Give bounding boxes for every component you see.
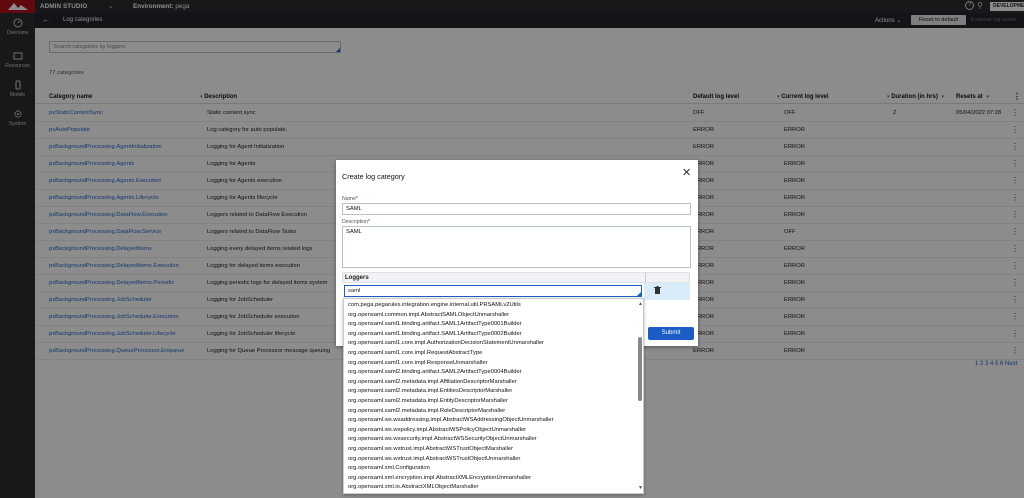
- input-corner-icon: [637, 292, 641, 296]
- dropdown-option[interactable]: org.opensaml.saml1.core.impl.RequestAbst…: [348, 350, 482, 356]
- dropdown-option[interactable]: org.opensaml.xml.io.AbstractXMLObjectMar…: [348, 484, 478, 490]
- description-field[interactable]: SAML: [342, 226, 691, 268]
- dropdown-option[interactable]: org.opensaml.saml2.metadata.impl.EntityD…: [348, 398, 508, 404]
- name-label: Name*: [342, 196, 358, 202]
- dropdown-scrollbar[interactable]: ▲ ▼: [637, 299, 643, 493]
- close-icon[interactable]: ✕: [682, 168, 691, 179]
- dropdown-option[interactable]: org.opensaml.xml.encryption.impl.Abstrac…: [348, 475, 531, 481]
- dropdown-option[interactable]: org.opensaml.saml1.binding.artifact.SAML…: [348, 321, 522, 327]
- logger-input[interactable]: saml: [344, 285, 642, 297]
- description-label: Description*: [342, 219, 370, 225]
- dropdown-option[interactable]: org.opensaml.ws.wstrust.impl.AbstractWST…: [348, 456, 520, 462]
- dropdown-option[interactable]: org.opensaml.ws.wstrust.impl.AbstractWST…: [348, 446, 513, 452]
- dialog-title: Create log category: [342, 172, 405, 181]
- logger-suggestions-dropdown: com.pega.pegarules.integration.engine.in…: [343, 298, 644, 494]
- dropdown-option[interactable]: org.opensaml.saml2.metadata.impl.Affilia…: [348, 379, 517, 385]
- dropdown-option[interactable]: org.opensaml.ws.wssecurity.impl.Abstract…: [348, 436, 537, 442]
- dropdown-option[interactable]: org.opensaml.saml1.binding.artifact.SAML…: [348, 331, 522, 337]
- dropdown-option[interactable]: org.opensaml.saml2.metadata.impl.Entitie…: [348, 388, 512, 394]
- dropdown-option[interactable]: org.opensaml.common.impl.AbstractSAMLObj…: [348, 312, 509, 318]
- dropdown-option[interactable]: org.opensaml.xml.Configuration: [348, 465, 430, 471]
- scrollbar-thumb[interactable]: [638, 337, 642, 401]
- dropdown-option[interactable]: org.opensaml.saml2.metadata.impl.RoleDes…: [348, 408, 505, 414]
- dropdown-option[interactable]: org.opensaml.ws.wspolicy.impl.AbstractWS…: [348, 427, 526, 433]
- scroll-up-icon[interactable]: ▲: [638, 301, 643, 307]
- dropdown-option[interactable]: org.opensaml.saml1.core.impl.ResponseUnm…: [348, 360, 488, 366]
- name-field[interactable]: SAML: [342, 203, 691, 215]
- dropdown-option[interactable]: org.opensaml.ws.wsaddressing.impl.Abstra…: [348, 417, 554, 423]
- submit-button[interactable]: Submit: [648, 327, 694, 340]
- scroll-down-icon[interactable]: ▼: [638, 485, 643, 491]
- trash-icon[interactable]: [654, 286, 661, 294]
- loggers-header: Loggers: [342, 272, 690, 283]
- dropdown-option[interactable]: org.opensaml.saml2.binding.artifact.SAML…: [348, 369, 522, 375]
- dropdown-option[interactable]: org.opensaml.saml1.core.impl.Authorizati…: [348, 340, 544, 346]
- dropdown-option[interactable]: com.pega.pegarules.integration.engine.in…: [348, 302, 521, 308]
